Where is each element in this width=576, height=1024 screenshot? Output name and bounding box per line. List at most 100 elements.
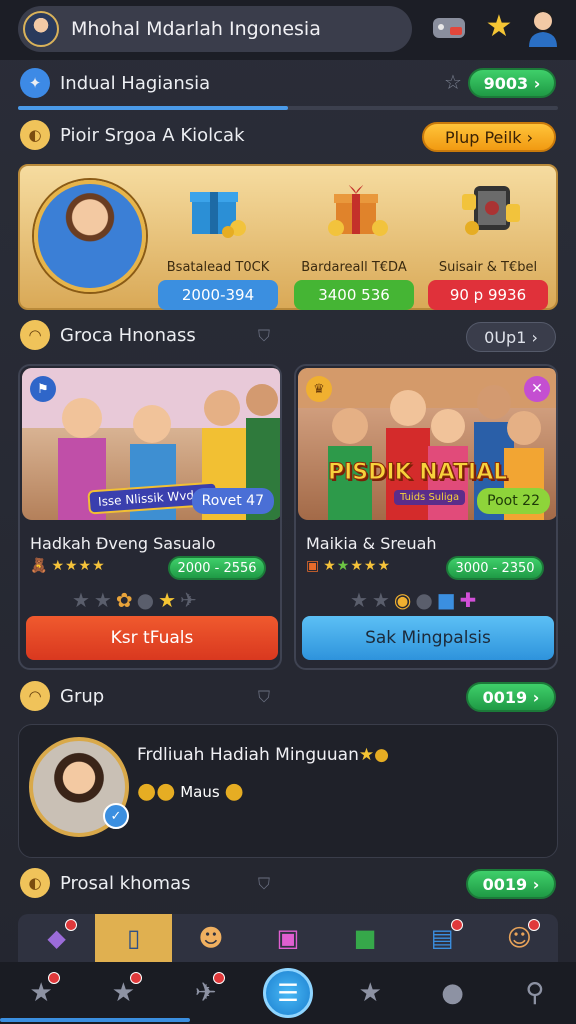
- reward-icons: ★★◉●■✚: [350, 588, 481, 612]
- mailbox-icon: ▤: [430, 924, 454, 952]
- mask-icon: ◠: [20, 681, 50, 711]
- search-icon: ⚲: [525, 978, 545, 1008]
- section-pioir: ◐ Pioir Srgoa A Kiolcak: [20, 120, 245, 150]
- card-badge: Poot 22: [477, 488, 550, 514]
- close-icon[interactable]: ✕: [524, 376, 550, 402]
- section-grup: ◠ Grup: [20, 681, 104, 711]
- plup-peilk-button[interactable]: Plup Peilk ›: [422, 122, 556, 152]
- section-title: Grup: [60, 685, 105, 707]
- title-pill[interactable]: Mhohal Mdarlah Ingonesia: [18, 6, 412, 52]
- grup-value-button[interactable]: 0019 ›: [466, 682, 556, 712]
- nav-indicator: [0, 1018, 190, 1022]
- tablet-icon: ▯: [127, 924, 141, 952]
- coin-icon: ●: [224, 779, 244, 804]
- reward-icons: ★★✿●★✈: [72, 588, 201, 612]
- tab-mascot[interactable]: ☺: [481, 914, 558, 962]
- offer-label: Bsatalead T0CK: [166, 260, 270, 275]
- user-icon: ●: [441, 978, 464, 1008]
- coin-icon: ◐: [20, 120, 50, 150]
- coins-icon: ●●: [137, 779, 176, 804]
- app-title: Mhohal Mdarlah Ingonesia: [71, 18, 321, 40]
- section-prosal: ◐ Prosal khomas: [20, 868, 190, 898]
- tablet-coins-icon: [458, 182, 522, 238]
- offers-panel: Bsatalead T0CK Bardareall T€DA Suisair &…: [18, 164, 558, 310]
- tab-mail[interactable]: ▤: [404, 914, 481, 962]
- card-title: Maikia & Sreuah: [306, 534, 437, 553]
- nav-star-1[interactable]: ★: [16, 968, 66, 1018]
- offer-price-button[interactable]: 2000-394: [158, 280, 278, 310]
- toy-icon: 🧸: [30, 558, 48, 574]
- event-card[interactable]: ♛ ✕ PISDIK NATIAL Tuids Suliga Poot 22 M…: [294, 364, 558, 670]
- nav-star-2[interactable]: ★: [98, 968, 148, 1018]
- card-image: ♛ ✕ PISDIK NATIAL Tuids Suliga Poot 22: [298, 368, 556, 520]
- card-cta-button[interactable]: Ksr tFuals: [26, 616, 278, 660]
- event-card[interactable]: ⚑ Isse Nlissik Wvdgs Rovet 47 Hadkah Đve…: [18, 364, 282, 670]
- offer-label: Bardareall T€DA: [301, 260, 407, 275]
- gift-character-icon: ☻: [198, 924, 224, 952]
- weekly-reward-panel[interactable]: ✓ Frdliuah Hadiah Minguuan★● ●● Maus ●: [18, 724, 558, 858]
- green-box-icon: ■: [353, 924, 377, 952]
- flag-icon[interactable]: ⚑: [30, 376, 56, 402]
- gift-icon: ▣: [276, 924, 300, 952]
- card-price: 3000 - 2350: [446, 556, 544, 580]
- indual-value-button[interactable]: 9003 ›: [468, 68, 556, 98]
- progress-track: [18, 106, 558, 110]
- compass-icon: ✦: [20, 68, 50, 98]
- host-portrait: [34, 180, 146, 292]
- top-bar: Mhohal Mdarlah Ingonesia ★: [0, 0, 576, 60]
- star-rating: ★★★★: [51, 558, 106, 574]
- card-rating: ▣ ★★★★★: [306, 558, 391, 574]
- nav-search[interactable]: ⚲: [510, 968, 560, 1018]
- tab-tablet[interactable]: ▯: [95, 914, 173, 962]
- star-icon: ★: [358, 978, 382, 1008]
- nav-home[interactable]: ☰: [262, 968, 313, 1018]
- gift-icon: ▣: [306, 558, 320, 574]
- profile-icon[interactable]: [524, 8, 562, 47]
- card-cta-button[interactable]: Sak Mingpalsis: [302, 616, 554, 660]
- section-indual: ✦ Indual Hagiansia: [20, 68, 210, 98]
- shield-icon: ⛉: [258, 326, 271, 345]
- bottom-nav: ★ ★ ✈ ☰ ★ ● ⚲: [0, 962, 576, 1024]
- star-rating: ★★★★★: [323, 558, 392, 574]
- section-title: Pioir Srgoa A Kiolcak: [60, 124, 245, 146]
- nav-tools[interactable]: ✈: [181, 968, 231, 1018]
- red-gift-icon: [326, 182, 390, 238]
- card-price: 2000 - 2556: [168, 556, 266, 580]
- shield-icon: ⛉: [258, 687, 271, 706]
- trophy-icon[interactable]: ♛: [306, 376, 332, 402]
- section-title: Prosal khomas: [60, 872, 191, 894]
- tab-gift[interactable]: ▣: [249, 914, 326, 962]
- tab-box[interactable]: ■: [327, 914, 404, 962]
- game-controller-icon[interactable]: [430, 9, 468, 47]
- user-avatar[interactable]: [23, 11, 59, 47]
- wrench-icon: ✈: [194, 978, 217, 1008]
- toy-icon: ◆: [47, 924, 66, 952]
- card-banner: PISDIK NATIAL: [327, 460, 508, 486]
- star-outline-icon[interactable]: ☆: [444, 70, 462, 94]
- card-title: Hadkah Đveng Sasualo: [30, 534, 216, 553]
- offer-price-button[interactable]: 3400 536: [294, 280, 414, 310]
- card-badge: Rovet 47: [191, 488, 274, 514]
- reward-sub: ●● Maus ●: [137, 779, 244, 804]
- card-rating: 🧸 ★★★★: [30, 558, 106, 574]
- card-banner-sub: Tuids Suliga: [394, 490, 466, 505]
- verified-icon: ✓: [103, 803, 129, 829]
- section-title: Groca Hnonass: [60, 324, 196, 346]
- mask-icon: ◠: [20, 320, 50, 350]
- star-icon[interactable]: ★: [480, 7, 518, 45]
- prosal-value-button[interactable]: 0019 ›: [466, 869, 556, 899]
- shield-icon: ⛉: [258, 874, 271, 893]
- offer-price-button[interactable]: 90 p 9936: [428, 280, 548, 310]
- clipboard-icon: ☰: [277, 979, 299, 1007]
- section-title: Indual Hagiansia: [60, 72, 211, 94]
- nav-profile[interactable]: ●: [428, 968, 478, 1018]
- nav-favorites[interactable]: ★: [345, 968, 395, 1018]
- tab-character[interactable]: ☻: [172, 914, 249, 962]
- oup-button[interactable]: 0Up1 ›: [466, 322, 556, 352]
- card-image: ⚑ Isse Nlissik Wvdgs Rovet 47: [22, 368, 280, 520]
- star-icon: ★: [358, 745, 375, 765]
- section-groca: ◠ Groca Hnonass: [20, 320, 196, 350]
- offer-label: Suisair & T€bel: [438, 260, 538, 275]
- tab-toy[interactable]: ◆: [18, 914, 95, 962]
- progress-fill: [18, 106, 288, 110]
